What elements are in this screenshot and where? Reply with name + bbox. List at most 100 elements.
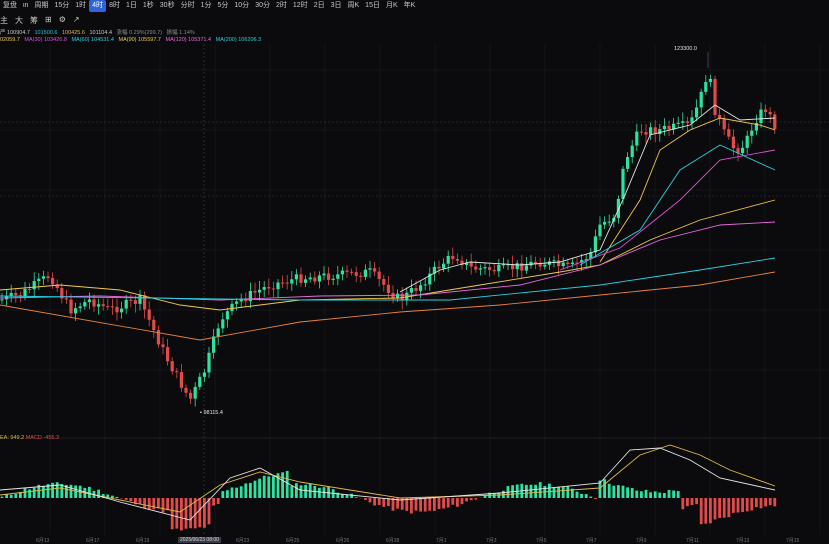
macd-bar — [723, 498, 726, 518]
macd-bar — [760, 498, 763, 508]
candle-body — [525, 265, 528, 270]
candle-body — [106, 306, 109, 307]
macd-bar — [764, 498, 767, 506]
macd-bar — [580, 494, 583, 498]
macd-bar — [56, 482, 59, 498]
candle-body — [483, 267, 486, 268]
macd-bar — [162, 498, 165, 512]
candle-body — [571, 263, 574, 264]
candle-body — [189, 393, 192, 399]
candle-body — [217, 328, 220, 336]
candle-body — [594, 236, 597, 252]
macd-bar — [461, 498, 464, 504]
macd-bar — [97, 490, 100, 498]
candle-body — [759, 110, 762, 123]
macd-bar — [281, 472, 284, 498]
macd-bar — [125, 498, 128, 500]
macd-bar — [709, 498, 712, 523]
candle-body — [184, 388, 187, 393]
candle-body — [42, 276, 45, 278]
candle-body — [557, 260, 560, 266]
candle-body — [741, 148, 744, 153]
macd-bar — [116, 497, 119, 498]
candle-body — [83, 302, 86, 306]
candle-body — [704, 82, 707, 92]
candle-body — [539, 264, 542, 266]
macd-bar — [769, 498, 772, 505]
macd-bar — [534, 485, 537, 498]
macd-bar — [663, 493, 666, 498]
macd-bar — [419, 498, 422, 512]
candle-body — [419, 285, 422, 291]
candle-body — [69, 299, 72, 313]
candle-body — [667, 126, 670, 129]
candle-body — [14, 293, 17, 295]
candle-body — [79, 306, 82, 308]
macd-bar — [428, 498, 431, 511]
candle-body — [171, 361, 174, 371]
macd-bar — [415, 498, 418, 511]
macd-bar — [300, 485, 303, 498]
macd-bar — [562, 487, 565, 498]
macd-bar — [668, 490, 671, 498]
candle-body — [447, 256, 450, 264]
candle-body — [74, 308, 77, 313]
candle-body — [378, 272, 381, 279]
macd-bar — [700, 498, 703, 524]
candle-body — [115, 307, 118, 312]
candle-body — [410, 288, 413, 293]
candle-body — [125, 300, 128, 309]
macd-bar — [755, 498, 758, 507]
candle-body — [456, 259, 459, 261]
macd-bar — [424, 498, 427, 511]
candle-body — [732, 137, 735, 149]
macd-bar — [217, 498, 220, 504]
macd-bar — [208, 498, 211, 524]
candle-body — [295, 274, 298, 279]
candle-body — [598, 225, 601, 237]
candle-body — [644, 132, 647, 135]
candle-body — [621, 169, 624, 199]
macd-bar — [42, 486, 45, 498]
candle-body — [723, 119, 726, 129]
candle-body — [451, 256, 454, 259]
candle-body — [359, 276, 362, 277]
candle-body — [552, 260, 555, 261]
candlestick-chart[interactable] — [0, 0, 829, 543]
candle-body — [134, 300, 137, 304]
candle-body — [750, 131, 753, 136]
macd-bar — [249, 483, 252, 498]
macd-bar — [263, 476, 266, 498]
candle-body — [65, 298, 68, 299]
macd-bar — [525, 485, 528, 498]
macd-bar — [654, 491, 657, 498]
candle-body — [364, 270, 367, 277]
macd-bar — [221, 491, 224, 498]
macd-bar — [295, 483, 298, 498]
candle-body — [138, 295, 141, 304]
macd-bar — [212, 498, 215, 506]
candle-body — [175, 371, 178, 372]
macd-bar — [732, 498, 735, 513]
macd-bar — [484, 496, 487, 498]
macd-bar — [175, 498, 178, 529]
candle-body — [272, 288, 275, 289]
candle-body — [479, 268, 482, 269]
candle-body — [46, 276, 49, 278]
macd-bar — [465, 498, 468, 501]
candle-body — [92, 299, 95, 306]
candle-body — [663, 126, 666, 129]
candle-body — [695, 107, 698, 117]
candle-body — [230, 304, 233, 311]
macd-bar — [695, 498, 698, 504]
candle-body — [442, 264, 445, 269]
candle-body — [437, 267, 440, 269]
candle-body — [267, 287, 270, 288]
macd-bar — [658, 493, 661, 498]
candle-body — [387, 285, 390, 293]
macd-bar — [378, 498, 381, 505]
macd-bar — [612, 486, 615, 498]
macd-bar — [557, 487, 560, 498]
macd-bar — [727, 498, 730, 517]
macd-bar — [649, 492, 652, 498]
